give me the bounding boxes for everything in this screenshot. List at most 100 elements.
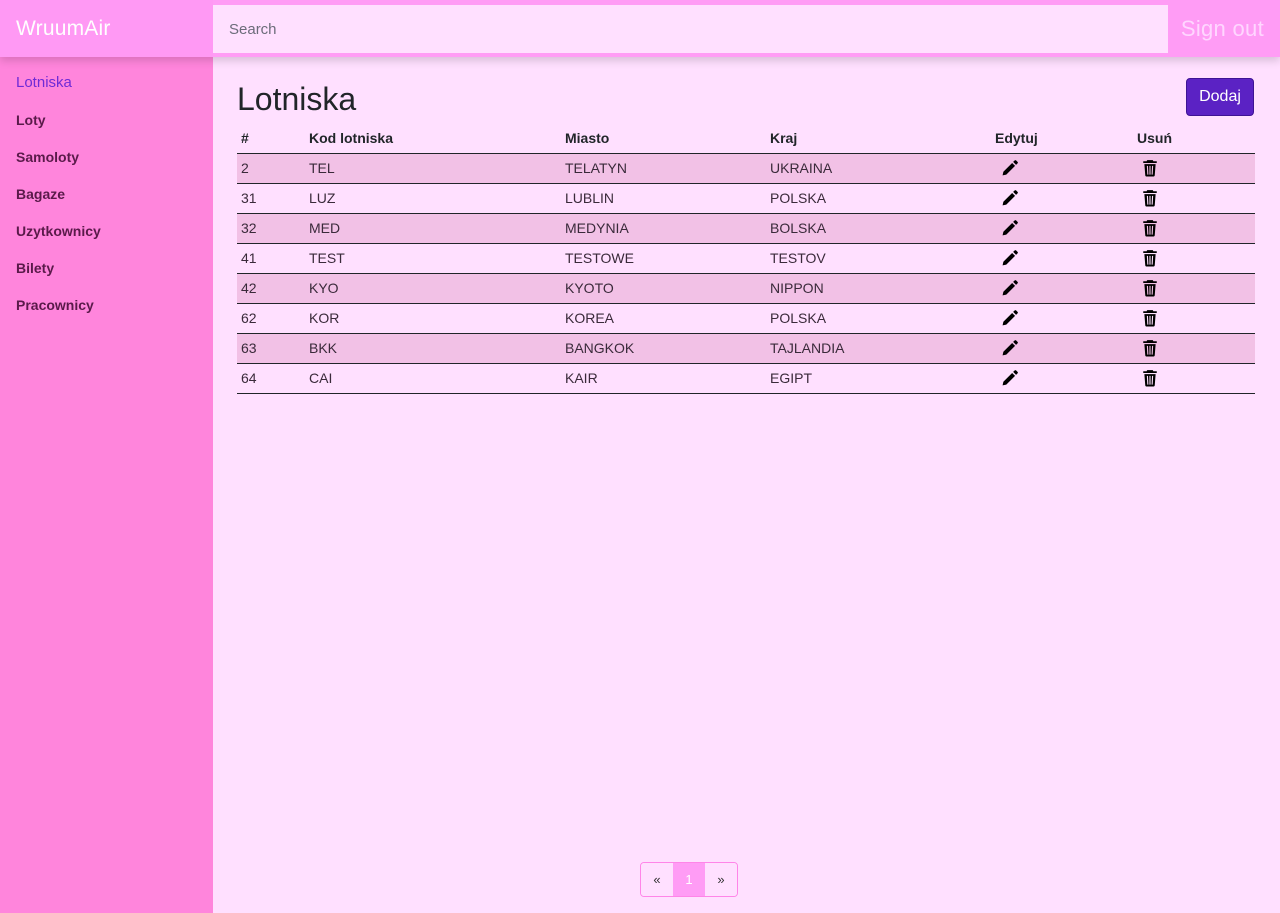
add-button[interactable]: Dodaj [1186,78,1254,116]
pagination: « 1 » [640,862,738,897]
sidebar-item-lotniska[interactable]: Lotniska [0,73,213,110]
edit-cell [991,213,1133,244]
delete-cell [1133,303,1255,334]
sidebar-item-loty[interactable]: Loty [0,110,213,147]
top-navbar: WruumAir Sign out [0,0,1280,57]
pagination-page-current[interactable]: 1 [673,863,705,896]
delete-cell [1133,273,1255,304]
pencil-icon[interactable] [1001,219,1019,237]
trash-icon[interactable] [1141,159,1159,177]
row-airport-code: KOR [305,303,561,334]
row-number: 64 [237,363,305,394]
row-city: TESTOWE [561,243,766,274]
row-country: EGIPT [766,363,991,394]
header-country: Kraj [766,123,991,154]
edit-cell [991,303,1133,334]
brand-logo[interactable]: WruumAir [0,0,213,57]
row-city: MEDYNIA [561,213,766,244]
header-number: # [237,123,305,154]
table-row: 63 BKK BANGKOK TAJLANDIA [237,333,1255,364]
delete-cell [1133,153,1255,184]
row-country: BOLSKA [766,213,991,244]
row-country: TESTOV [766,243,991,274]
row-number: 63 [237,333,305,364]
row-city: BANGKOK [561,333,766,364]
row-airport-code: TEST [305,243,561,274]
edit-cell [991,153,1133,184]
delete-cell [1133,363,1255,394]
trash-icon[interactable] [1141,369,1159,387]
row-airport-code: LUZ [305,183,561,214]
table-body: 2 TEL TELATYN UKRAINA 31 LUZ LUBLIN POLSKA 32 MED… [237,153,1255,394]
table-row: 42 KYO KYOTO NIPPON [237,273,1255,304]
edit-cell [991,273,1133,304]
row-number: 2 [237,153,305,184]
sidebar-item-pracownicy[interactable]: Pracownicy [0,295,213,332]
row-city: KOREA [561,303,766,334]
row-number: 31 [237,183,305,214]
search-input[interactable] [213,5,1168,53]
edit-cell [991,363,1133,394]
edit-cell [991,183,1133,214]
trash-icon[interactable] [1141,219,1159,237]
page-title: Lotniska [237,81,357,117]
row-city: TELATYN [561,153,766,184]
airports-table: # Kod lotniska Miasto Kraj Edytuj Usuń 2… [237,123,1255,394]
sidebar-item-bilety[interactable]: Bilety [0,258,213,295]
pencil-icon[interactable] [1001,369,1019,387]
trash-icon[interactable] [1141,279,1159,297]
delete-cell [1133,333,1255,364]
edit-cell [991,333,1133,364]
row-country: NIPPON [766,273,991,304]
table-row: 64 CAI KAIR EGIPT [237,363,1255,394]
delete-cell [1133,183,1255,214]
sidebar-item-uzytkownicy[interactable]: Uzytkownicy [0,221,213,258]
header-airport-code: Kod lotniska [305,123,561,154]
row-airport-code: TEL [305,153,561,184]
row-city: KYOTO [561,273,766,304]
table-row: 62 KOR KOREA POLSKA [237,303,1255,334]
table-row: 2 TEL TELATYN UKRAINA [237,153,1255,184]
pencil-icon[interactable] [1001,339,1019,357]
row-country: UKRAINA [766,153,991,184]
row-airport-code: MED [305,213,561,244]
trash-icon[interactable] [1141,339,1159,357]
main-content: Lotniska Dodaj # Kod lotniska Miasto Kra… [213,57,1280,913]
sign-out-link[interactable]: Sign out [1181,0,1264,57]
trash-icon[interactable] [1141,189,1159,207]
pencil-icon[interactable] [1001,159,1019,177]
row-number: 41 [237,243,305,274]
row-airport-code: KYO [305,273,561,304]
pagination-next[interactable]: » [705,863,737,896]
pencil-icon[interactable] [1001,309,1019,327]
delete-cell [1133,243,1255,274]
row-city: KAIR [561,363,766,394]
sidebar: Lotniska Loty Samoloty Bagaze Uzytkownic… [0,57,213,913]
table-row: 32 MED MEDYNIA BOLSKA [237,213,1255,244]
row-number: 62 [237,303,305,334]
table-header-row: # Kod lotniska Miasto Kraj Edytuj Usuń [237,123,1255,154]
header-edit: Edytuj [991,123,1133,154]
table-row: 31 LUZ LUBLIN POLSKA [237,183,1255,214]
row-airport-code: CAI [305,363,561,394]
sidebar-item-samoloty[interactable]: Samoloty [0,147,213,184]
row-airport-code: BKK [305,333,561,364]
pencil-icon[interactable] [1001,249,1019,267]
trash-icon[interactable] [1141,309,1159,327]
row-country: POLSKA [766,183,991,214]
edit-cell [991,243,1133,274]
header-delete: Usuń [1133,123,1255,154]
trash-icon[interactable] [1141,249,1159,267]
table-row: 41 TEST TESTOWE TESTOV [237,243,1255,274]
pencil-icon[interactable] [1001,279,1019,297]
row-city: LUBLIN [561,183,766,214]
row-country: POLSKA [766,303,991,334]
row-number: 42 [237,273,305,304]
delete-cell [1133,213,1255,244]
pagination-prev[interactable]: « [641,863,673,896]
row-country: TAJLANDIA [766,333,991,364]
sidebar-item-bagaze[interactable]: Bagaze [0,184,213,221]
header-city: Miasto [561,123,766,154]
pencil-icon[interactable] [1001,189,1019,207]
row-number: 32 [237,213,305,244]
